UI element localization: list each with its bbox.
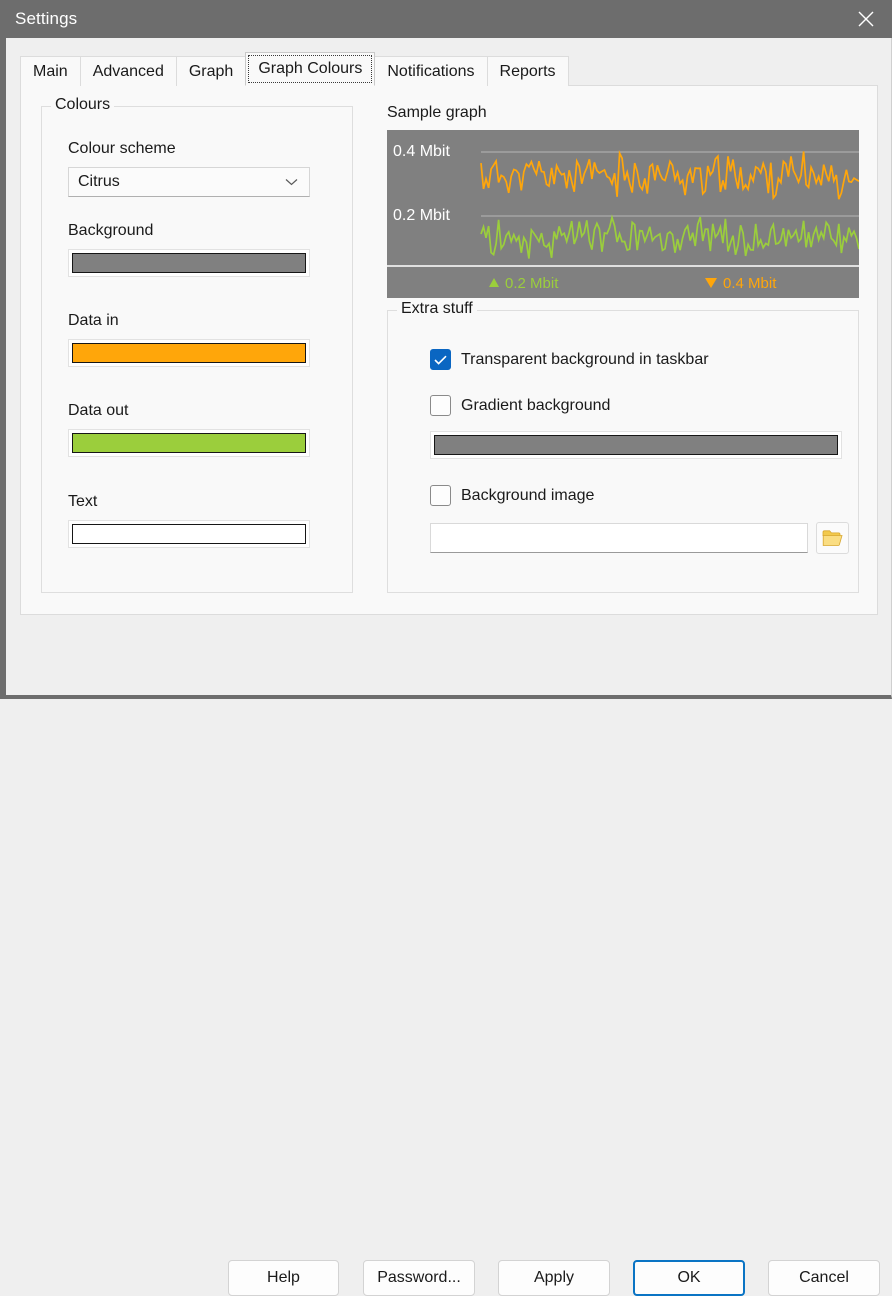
apply-button[interactable]: Apply [498,1260,610,1296]
colour-scheme-value: Citrus [78,173,120,190]
background-colour-fill [72,253,306,273]
colours-group-legend: Colours [51,96,115,114]
tab-graph[interactable]: Graph [175,56,247,86]
colours-group: Colours Colour scheme Citrus Background … [41,96,353,593]
gradient-background-checkbox-row[interactable]: Gradient background [430,395,610,416]
tab-graph-colours-label: Graph Colours [258,60,363,77]
help-button-label: Help [267,1269,300,1286]
graph-background [387,130,859,298]
colour-scheme-label: Colour scheme [68,140,176,157]
tab-strip: Main Advanced Graph Graph Colours Notifi… [20,52,569,86]
text-colour-swatch[interactable] [68,520,310,548]
graph-legend-in: 0.2 Mbit [505,275,559,292]
help-button[interactable]: Help [228,1260,339,1296]
tab-graph-label: Graph [188,62,234,80]
background-colour-label: Background [68,222,154,239]
ok-button[interactable]: OK [633,1260,745,1296]
background-colour-swatch[interactable] [68,249,310,277]
sample-graph-title: Sample graph [387,104,487,121]
background-image-checkbox-row[interactable]: Background image [430,485,594,506]
tab-main[interactable]: Main [20,56,81,86]
transparent-background-checkbox-row[interactable]: Transparent background in taskbar [430,349,709,370]
extra-stuff-group: Extra stuff Transparent background in ta… [387,300,859,593]
apply-button-label: Apply [533,1269,575,1286]
data-in-colour-swatch[interactable] [68,339,310,367]
folder-icon [822,530,843,546]
dialog-footer: Help Password... Apply OK Cancel [6,615,892,1296]
tab-content-panel: Colours Colour scheme Citrus Background … [20,85,878,615]
background-image-label: Background image [461,486,595,504]
tab-notifications[interactable]: Notifications [374,56,488,86]
close-button[interactable] [840,0,892,38]
close-icon [858,11,874,27]
check-icon [434,355,447,365]
title-bar-buttons [840,0,892,38]
data-out-colour-swatch[interactable] [68,429,310,457]
title-bar: Settings [6,0,892,38]
graph-legend-out: 0.4 Mbit [723,275,777,292]
gradient-background-label: Gradient background [461,396,611,414]
settings-window: Settings Main Advanced Graph Graph Colou… [0,0,892,1296]
window-title: Settings [15,9,78,28]
tab-advanced[interactable]: Advanced [79,56,177,86]
extra-stuff-legend: Extra stuff [397,300,477,318]
password-button[interactable]: Password... [363,1260,475,1296]
chevron-down-icon [285,178,298,186]
gradient-colour-swatch[interactable] [430,431,842,459]
sample-graph: 0.4 Mbit 0.2 Mbit 0.2 Mbit 0.4 Mbit [387,130,859,298]
transparent-background-label: Transparent background in taskbar [461,350,709,368]
cancel-button[interactable]: Cancel [768,1260,880,1296]
cancel-button-label: Cancel [799,1269,849,1286]
data-in-colour-label: Data in [68,312,119,329]
transparent-background-checkbox[interactable] [430,349,451,370]
graph-axis-label-1: 0.2 Mbit [393,207,450,224]
text-colour-fill [72,524,306,544]
data-out-colour-fill [72,433,306,453]
tab-main-label: Main [33,62,68,80]
background-image-checkbox[interactable] [430,485,451,506]
tab-notifications-label: Notifications [387,62,475,80]
tab-reports[interactable]: Reports [486,56,569,86]
tab-advanced-label: Advanced [92,62,164,80]
data-in-colour-fill [72,343,306,363]
data-out-colour-label: Data out [68,402,129,419]
sample-graph-canvas: 0.4 Mbit 0.2 Mbit 0.2 Mbit 0.4 Mbit [387,130,859,298]
password-button-label: Password... [377,1269,461,1286]
background-image-path-input[interactable] [430,523,808,553]
graph-axis-label-0: 0.4 Mbit [393,143,450,160]
colour-scheme-select[interactable]: Citrus [68,167,310,197]
browse-background-image-button[interactable] [816,522,849,554]
gradient-background-checkbox[interactable] [430,395,451,416]
text-colour-label: Text [68,493,98,510]
ok-button-label: OK [677,1269,701,1286]
tab-reports-label: Reports [499,62,556,80]
gradient-colour-fill [434,435,838,455]
tab-graph-colours[interactable]: Graph Colours [245,52,376,86]
